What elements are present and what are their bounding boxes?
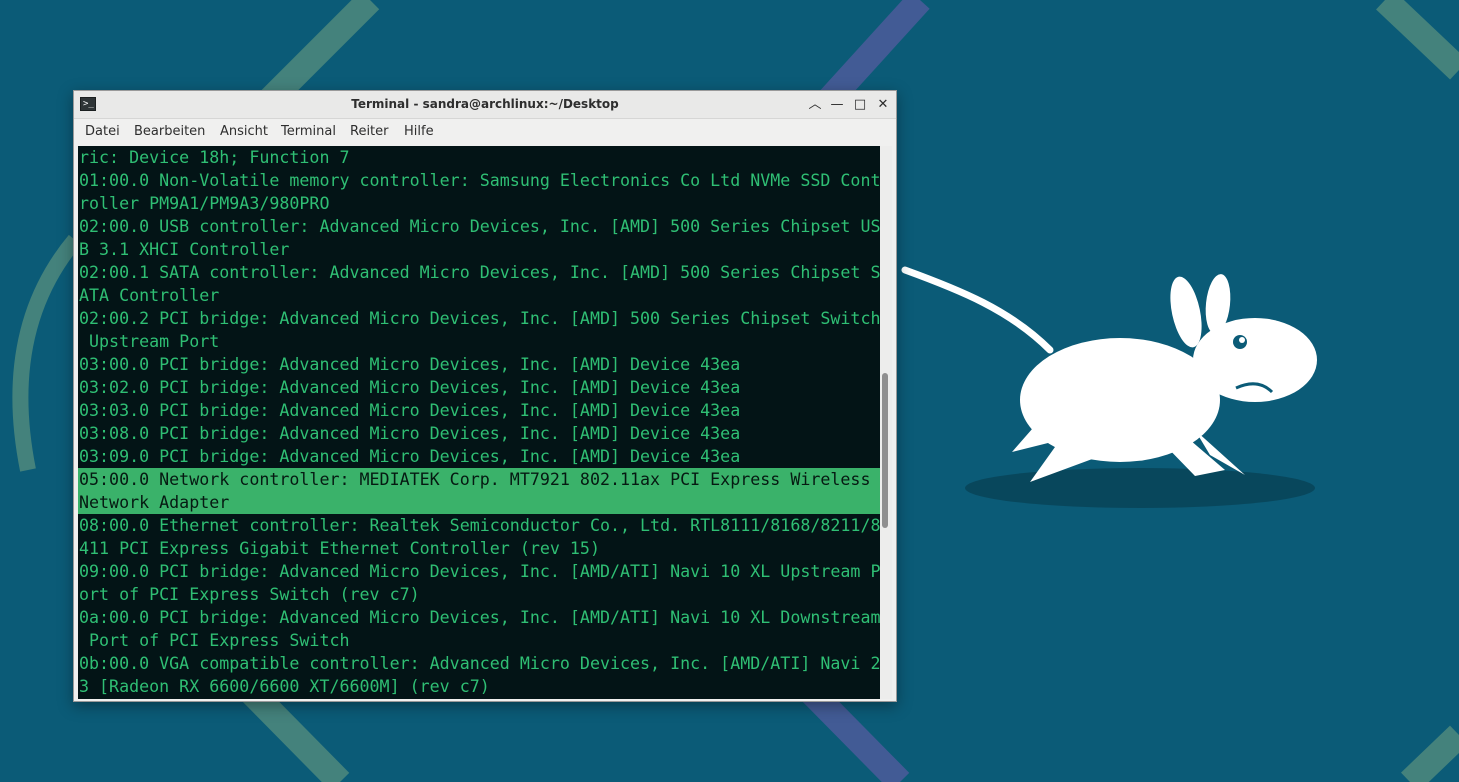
- terminal-line: B 3.1 XHCI Controller: [79, 240, 290, 259]
- terminal-line: Upstream Port: [79, 332, 220, 351]
- vertical-scrollbar[interactable]: [880, 146, 892, 699]
- terminal-line: 411 PCI Express Gigabit Ethernet Control…: [79, 539, 600, 558]
- maximize-button[interactable]: □: [851, 96, 869, 114]
- terminal-line: 0a:00.0 PCI bridge: Advanced Micro Devic…: [79, 608, 880, 627]
- mouse-shadow: [965, 468, 1315, 508]
- menu-hilfe[interactable]: Hilfe: [404, 119, 434, 145]
- terminal-line: 03:00.0 PCI bridge: Advanced Micro Devic…: [79, 355, 741, 374]
- terminal-output[interactable]: ric: Device 18h; Function 7 01:00.0 Non-…: [78, 146, 880, 699]
- menu-reiter[interactable]: Reiter: [350, 119, 389, 145]
- menu-terminal[interactable]: Terminal: [281, 119, 336, 145]
- terminal-line: 02:00.2 PCI bridge: Advanced Micro Devic…: [79, 309, 880, 328]
- menu-datei[interactable]: Datei: [85, 119, 120, 145]
- terminal-line: ATA Controller: [79, 286, 220, 305]
- terminal-line: 02:00.1 SATA controller: Advanced Micro …: [79, 263, 880, 282]
- terminal-line-selected: 05:00.0 Network controller: MEDIATEK Cor…: [78, 468, 880, 491]
- menu-ansicht[interactable]: Ansicht: [220, 119, 268, 145]
- terminal-line: 03:02.0 PCI bridge: Advanced Micro Devic…: [79, 378, 741, 397]
- terminal-line: 03:03.0 PCI bridge: Advanced Micro Devic…: [79, 401, 741, 420]
- terminal-window[interactable]: >_ Terminal - sandra@archlinux:~/Desktop…: [73, 90, 897, 702]
- terminal-line: 03:09.0 PCI bridge: Advanced Micro Devic…: [79, 447, 741, 466]
- window-titlebar[interactable]: >_ Terminal - sandra@archlinux:~/Desktop…: [74, 91, 896, 119]
- terminal-line: 03:08.0 PCI bridge: Advanced Micro Devic…: [79, 424, 741, 443]
- terminal-line: 09:00.0 PCI bridge: Advanced Micro Devic…: [79, 562, 880, 581]
- terminal-line-selected: Network Adapter: [78, 491, 880, 514]
- terminal-line: ort of PCI Express Switch (rev c7): [79, 585, 420, 604]
- scrollbar-thumb[interactable]: [882, 373, 888, 528]
- window-title: Terminal - sandra@archlinux:~/Desktop: [351, 97, 619, 111]
- menu-bearbeiten[interactable]: Bearbeiten: [134, 119, 205, 145]
- close-button[interactable]: ✕: [874, 96, 892, 114]
- terminal-line: 08:00.0 Ethernet controller: Realtek Sem…: [79, 516, 880, 535]
- terminal-line: 3 [Radeon RX 6600/6600 XT/6600M] (rev c7…: [79, 677, 490, 696]
- terminal-line: 01:00.0 Non-Volatile memory controller: …: [79, 171, 880, 190]
- terminal-line: 02:00.0 USB controller: Advanced Micro D…: [79, 217, 880, 236]
- terminal-line: 0b:00.0 VGA compatible controller: Advan…: [79, 654, 880, 673]
- minimize-button[interactable]: —: [828, 96, 846, 114]
- terminal-line: Port of PCI Express Switch: [79, 631, 350, 650]
- terminal-line: roller PM9A1/PM9A3/980PRO: [79, 194, 330, 213]
- shade-button[interactable]: ︿: [806, 96, 824, 114]
- menubar: Datei Bearbeiten Ansicht Terminal Reiter…: [74, 119, 896, 145]
- terminal-line: ric: Device 18h; Function 7: [79, 148, 350, 167]
